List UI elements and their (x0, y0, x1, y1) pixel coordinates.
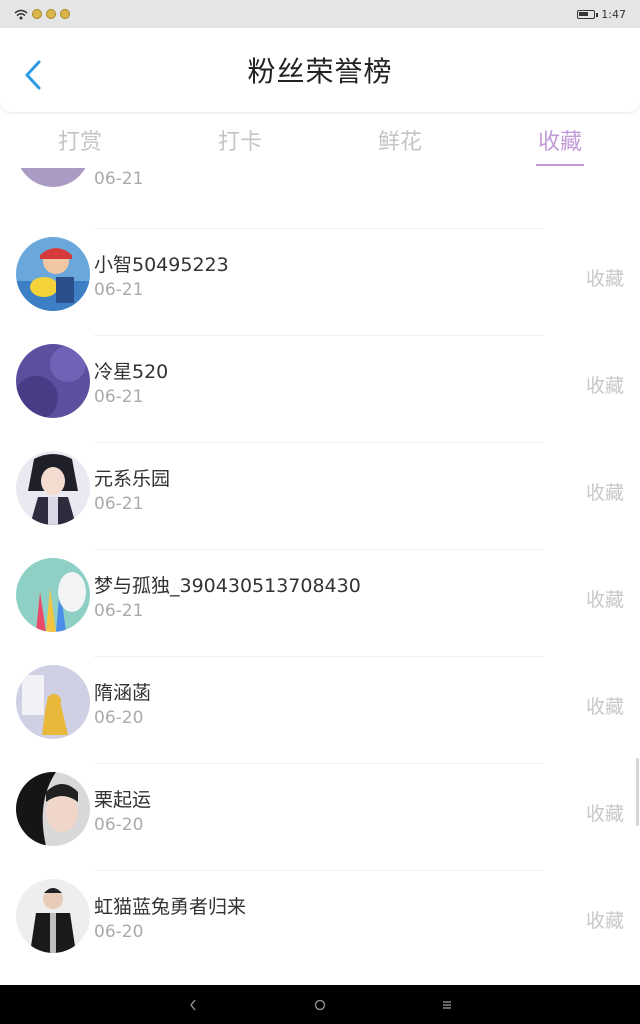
system-nav-bar (0, 985, 640, 1024)
status-time: 1:47 (601, 7, 626, 21)
avatar (16, 168, 90, 187)
nav-back-icon (190, 999, 196, 1010)
list-item-date: 06-21 (94, 280, 144, 300)
nav-menu-icon (442, 1000, 451, 1009)
favorite-label: 收藏 (585, 375, 624, 397)
divider (94, 549, 544, 550)
list-item[interactable]: 梦与孤独_390430513708430 06-21 收藏 (0, 549, 640, 656)
list-item-name: 元系乐园 (94, 468, 171, 490)
avatar (16, 772, 90, 846)
battery-icon (577, 9, 599, 19)
list-item[interactable]: 虹猫蓝兔勇者归来 06-20 收藏 (0, 870, 640, 977)
list-item-date: 06-20 (94, 708, 144, 728)
list-item-name: 冷星520 (94, 361, 169, 383)
fan-list: 06-21 小智50495223 06-21 收藏 冷星520 06-21 收藏… (0, 168, 640, 985)
favorite-label: 收藏 (585, 910, 624, 932)
status-right: 1:47 (577, 8, 626, 21)
list-item[interactable]: 小智50495223 06-21 收藏 (0, 228, 640, 335)
divider (94, 656, 544, 657)
notification-icon (46, 9, 56, 19)
avatar (16, 665, 90, 739)
list-item-partial[interactable]: 06-21 (0, 168, 640, 204)
avatar (16, 451, 90, 525)
nav-menu-button[interactable] (427, 990, 467, 1020)
avatar (16, 344, 90, 418)
nav-home-icon (314, 999, 326, 1010)
notification-icon (32, 9, 42, 19)
tab-checkin[interactable]: 打卡 (160, 118, 320, 168)
page-title: 粉丝荣誉榜 (247, 55, 393, 88)
tab-bar: 打赏 打卡 鲜花 收藏 (0, 118, 640, 168)
list-item[interactable]: 栗起运 06-20 收藏 (0, 763, 640, 870)
avatar (16, 237, 90, 311)
list-item-date: 06-20 (94, 922, 144, 942)
avatar (16, 558, 90, 632)
avatar (16, 879, 90, 953)
divider (94, 335, 544, 336)
list-item-name: 栗起运 (94, 789, 152, 811)
list-item-date: 06-21 (94, 169, 144, 189)
divider (94, 870, 544, 871)
divider (94, 763, 544, 764)
list-item-name: 隋涵菡 (94, 682, 152, 704)
list-item[interactable]: 隋涵菡 06-20 收藏 (0, 656, 640, 763)
nav-back-button[interactable] (173, 990, 213, 1020)
favorite-label: 收藏 (585, 268, 624, 290)
list-item-date: 06-21 (94, 601, 144, 621)
list-item-date: 06-21 (94, 387, 144, 407)
tab-flowers[interactable]: 鲜花 (320, 118, 480, 168)
tab-favorites[interactable]: 收藏 (480, 118, 640, 168)
notification-icon (60, 9, 70, 19)
tab-reward[interactable]: 打赏 (0, 118, 160, 168)
favorite-label: 收藏 (585, 482, 624, 504)
header: 粉丝荣誉榜 (0, 28, 640, 112)
nav-home-button[interactable] (300, 990, 340, 1020)
divider (94, 228, 544, 229)
list-item-date: 06-20 (94, 815, 144, 835)
list-item[interactable]: 元系乐园 06-21 收藏 (0, 442, 640, 549)
favorite-label: 收藏 (585, 803, 624, 825)
back-button[interactable] (18, 58, 48, 92)
list-item-date: 06-21 (94, 494, 144, 514)
favorite-label: 收藏 (585, 589, 624, 611)
divider (94, 442, 544, 443)
list-item-name: 虹猫蓝兔勇者归来 (94, 896, 247, 918)
list-item[interactable]: 冷星520 06-21 收藏 (0, 335, 640, 442)
status-bar: 1:47 (0, 0, 640, 28)
chevron-left-icon (25, 60, 41, 90)
scrollbar[interactable] (636, 758, 639, 826)
list-item-name: 小智50495223 (94, 254, 229, 276)
status-left (14, 9, 70, 20)
list-item-name: 梦与孤独_390430513708430 (94, 575, 361, 597)
wifi-icon (14, 9, 28, 19)
favorite-label: 收藏 (585, 696, 624, 718)
